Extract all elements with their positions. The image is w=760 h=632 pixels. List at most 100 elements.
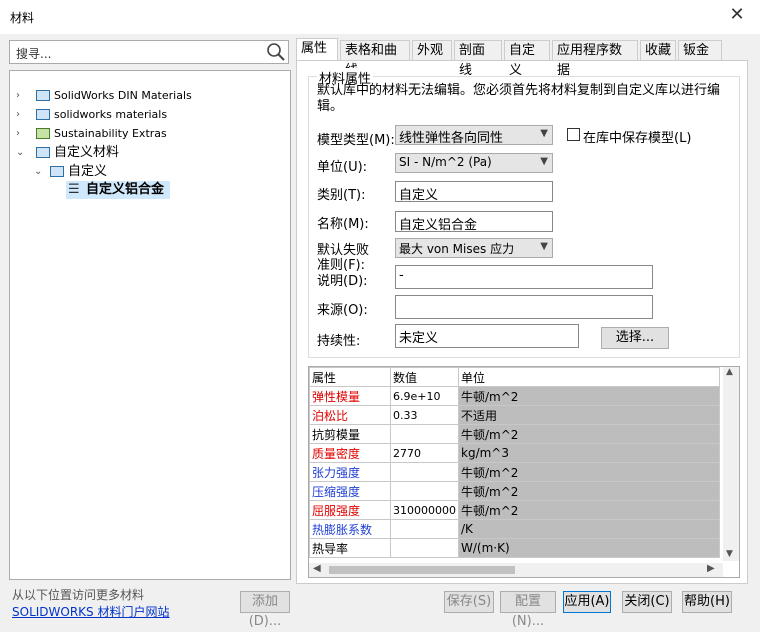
tab-favorites[interactable]: 收藏 (640, 40, 676, 60)
tab-crosshatch[interactable]: 剖面线 (454, 40, 502, 78)
category-label: 类别(T): (317, 188, 366, 203)
property-value-cell[interactable] (390, 519, 459, 539)
table-row[interactable]: 屈服强度 310000000 牛顿/m^2 (309, 500, 720, 520)
material-tree[interactable]: › SolidWorks DIN Materials › solidworks … (9, 70, 291, 580)
unit-label: 单位(U): (317, 160, 368, 175)
property-unit-cell: 牛顿/m^2 (458, 386, 720, 406)
title-bar: 材料 ✕ (0, 0, 760, 34)
tab-custom[interactable]: 自定义 (504, 40, 550, 78)
tree-item-label: solidworks materials (54, 108, 168, 121)
property-value-cell[interactable]: 310000000 (390, 500, 459, 520)
table-row[interactable]: 热膨胀系数/K (309, 519, 720, 539)
table-row[interactable]: 抗剪模量 牛顿/m^2 (309, 424, 720, 444)
add-button[interactable]: 添加(D)... (240, 591, 290, 629)
tree-item-custom[interactable]: ⌄ 自定义 (34, 163, 284, 181)
table-row[interactable]: 热导率 W/(m·K) (309, 538, 720, 558)
property-unit-cell: kg/m^3 (458, 443, 720, 463)
config-button[interactable]: 配置(N)... (500, 591, 556, 629)
table-row[interactable]: 压缩强度 牛顿/m^2 (309, 481, 720, 501)
vertical-scrollbar[interactable]: ▲ ▼ (723, 367, 739, 561)
failure-criterion-value: 最大 von Mises 应力 (399, 242, 515, 256)
failure-criterion-dropdown[interactable]: 最大 von Mises 应力 ▼ (395, 238, 553, 258)
property-name-cell: 压缩强度 (309, 481, 391, 501)
property-unit-cell: /K (458, 519, 720, 539)
search-placeholder: 搜寻... (16, 47, 52, 61)
property-value-cell[interactable]: 6.9e+10 (390, 386, 459, 406)
table-row[interactable]: 泊松比 0.33 不适用 (309, 405, 720, 425)
property-value-cell[interactable]: 0.33 (390, 405, 459, 425)
tree-item-label: SolidWorks DIN Materials (54, 89, 192, 102)
unit-dropdown[interactable]: SI - N/m^2 (Pa) ▼ (395, 153, 553, 173)
property-name-cell: 质量密度 (309, 443, 391, 463)
horizontal-scrollbar[interactable]: ◀ ▶ (309, 563, 723, 577)
folder-icon (36, 109, 50, 120)
help-button[interactable]: 帮助(H) (682, 591, 732, 613)
unit-value: SI - N/m^2 (Pa) (399, 155, 492, 169)
scroll-thumb[interactable] (329, 566, 515, 574)
property-value-cell[interactable] (390, 424, 459, 444)
folder-icon (36, 90, 50, 101)
tab-tables-curves[interactable]: 表格和曲线 (340, 40, 410, 78)
apply-button[interactable]: 应用(A) (563, 591, 611, 613)
property-value-cell[interactable] (390, 538, 459, 558)
search-icon[interactable] (266, 42, 286, 62)
property-name-cell: 抗剪模量 (309, 424, 391, 444)
table-row[interactable]: 弹性模量 6.9e+10 牛顿/m^2 (309, 386, 720, 406)
close-button[interactable]: 关闭(C) (622, 591, 672, 613)
category-field[interactable]: 自定义 (395, 181, 553, 203)
property-name-cell: 屈服强度 (309, 500, 391, 520)
tab-appearance[interactable]: 外观 (412, 40, 452, 60)
collapse-arrow-icon[interactable]: ⌄ (34, 163, 46, 181)
tree-item-din[interactable]: › SolidWorks DIN Materials (16, 87, 286, 105)
scroll-up-icon[interactable]: ▲ (726, 367, 733, 377)
expand-arrow-icon[interactable]: › (16, 106, 28, 124)
property-value-cell[interactable]: 2770 (390, 443, 459, 463)
property-value-cell[interactable] (390, 462, 459, 482)
tree-item-custom-materials[interactable]: ⌄ 自定义材料 (16, 144, 286, 162)
property-name-cell: 张力强度 (309, 462, 391, 482)
name-field[interactable]: 自定义铝合金 (395, 211, 553, 233)
property-name-cell: 弹性模量 (309, 386, 391, 406)
source-label: 来源(O): (317, 303, 368, 318)
tree-item-label: 自定义 (68, 164, 108, 179)
table-header-row: 属性 数值 单位 (309, 367, 720, 387)
folder-icon (50, 166, 64, 177)
more-materials-info: 从以下位置访问更多材料 (12, 588, 145, 602)
collapse-arrow-icon[interactable]: ⌄ (16, 144, 28, 162)
property-table: 属性 数值 单位 弹性模量 6.9e+10 牛顿/m^2 泊松比 0.33 不适用 抗剪模量… (309, 367, 720, 558)
header-property: 属性 (309, 367, 391, 387)
property-unit-cell: 牛顿/m^2 (458, 462, 720, 482)
model-type-label: 模型类型(M): (317, 133, 395, 148)
property-grid[interactable]: 属性 数值 单位 弹性模量 6.9e+10 牛顿/m^2 泊松比 0.33 不适用 抗剪模量… (308, 366, 740, 578)
tree-item-custom-aluminum[interactable]: ☰ 自定义铝合金 (66, 181, 170, 199)
table-row[interactable]: 张力强度 牛顿/m^2 (309, 462, 720, 482)
tab-sheet-metal[interactable]: 钣金 (678, 40, 722, 60)
property-value-cell[interactable] (390, 481, 459, 501)
tree-item-sustainability[interactable]: › Sustainability Extras (16, 125, 286, 143)
scroll-down-icon[interactable]: ▼ (726, 549, 733, 559)
property-unit-cell: 牛顿/m^2 (458, 481, 720, 501)
sustainability-field[interactable]: 未定义 (395, 324, 579, 348)
description-field[interactable]: - (395, 265, 653, 289)
source-field[interactable] (395, 295, 653, 319)
select-button[interactable]: 选择... (601, 327, 669, 349)
folder-icon (36, 128, 50, 139)
materials-portal-link[interactable]: SOLIDWORKS 材料门户网站 (12, 603, 169, 620)
search-input[interactable]: 搜寻... (9, 40, 289, 64)
tab-app-data[interactable]: 应用程序数据 (552, 40, 638, 78)
table-row[interactable]: 质量密度 2770 kg/m^3 (309, 443, 720, 463)
save-button[interactable]: 保存(S) (444, 591, 494, 613)
tree-item-solidworks[interactable]: › solidworks materials (16, 106, 286, 124)
tab-properties[interactable]: 属性 (296, 38, 338, 60)
scroll-right-icon[interactable]: ▶ (707, 563, 715, 574)
close-icon[interactable]: ✕ (728, 6, 746, 24)
expand-arrow-icon[interactable]: › (16, 87, 28, 105)
material-icon: ☰ (68, 182, 80, 197)
scroll-left-icon[interactable]: ◀ (313, 563, 321, 574)
expand-arrow-icon[interactable]: › (16, 125, 28, 143)
header-unit: 单位 (458, 367, 720, 387)
model-type-dropdown[interactable]: 线性弹性各向同性 ▼ (395, 125, 553, 146)
description-label: 说明(D): (317, 274, 368, 289)
property-unit-cell: 不适用 (458, 405, 720, 425)
save-model-checkbox[interactable] (567, 128, 580, 141)
